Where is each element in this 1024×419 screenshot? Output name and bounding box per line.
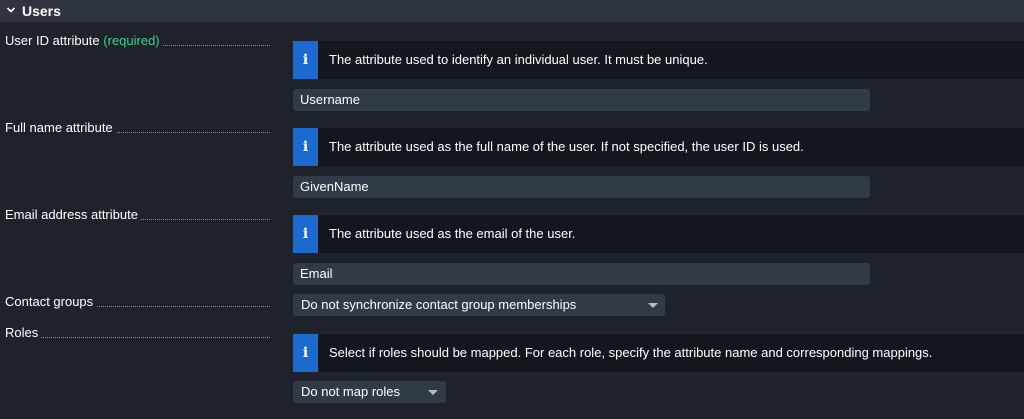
user-id-attribute-input[interactable] [293, 89, 870, 111]
user-id-label-text: User ID attribute [5, 33, 100, 48]
info-icon: i [293, 334, 318, 372]
section-title: Users [22, 3, 61, 19]
user-id-attribute-label: User ID attribute (required) [5, 32, 273, 50]
full-name-attribute-input[interactable] [293, 176, 870, 198]
email-label-text: Email address attribute [5, 207, 141, 222]
full-name-help-box: i The attribute used as the full name of… [293, 128, 1024, 166]
roles-selected-value: Do not map roles [301, 384, 400, 399]
email-address-attribute-input[interactable] [293, 263, 870, 285]
info-icon: i [293, 41, 318, 79]
section-header-users[interactable]: Users [0, 0, 1024, 22]
label-leader-dots [5, 337, 270, 338]
info-icon: i [293, 215, 318, 253]
contact-groups-select[interactable]: Do not synchronize contact group members… [293, 294, 665, 316]
roles-help-box: i Select if roles should be mapped. For … [293, 334, 1024, 372]
email-help-text: The attribute used as the email of the u… [329, 226, 576, 241]
user-id-help-box: i The attribute used to identify an indi… [293, 41, 1024, 79]
roles-label-text: Roles [5, 325, 42, 340]
email-help-box: i The attribute used as the email of the… [293, 215, 1024, 253]
email-address-attribute-label: Email address attribute [5, 206, 273, 224]
roles-help-text: Select if roles should be mapped. For ea… [329, 345, 933, 360]
contact-groups-selected-value: Do not synchronize contact group members… [301, 297, 577, 312]
full-name-help-text: The attribute used as the full name of t… [329, 139, 804, 154]
dropdown-caret-icon [428, 390, 438, 395]
roles-select[interactable]: Do not map roles [293, 381, 446, 403]
required-marker: (required) [103, 33, 160, 48]
user-id-help-text: The attribute used to identify an indivi… [329, 52, 708, 67]
dropdown-caret-icon [648, 303, 658, 308]
full-name-label-text: Full name attribute [5, 120, 116, 135]
roles-label: Roles [5, 324, 273, 342]
contact-groups-label-text: Contact groups [5, 294, 97, 309]
full-name-attribute-label: Full name attribute [5, 119, 273, 137]
contact-groups-label: Contact groups [5, 293, 273, 311]
info-icon: i [293, 128, 318, 166]
chevron-down-icon[interactable] [5, 4, 17, 16]
